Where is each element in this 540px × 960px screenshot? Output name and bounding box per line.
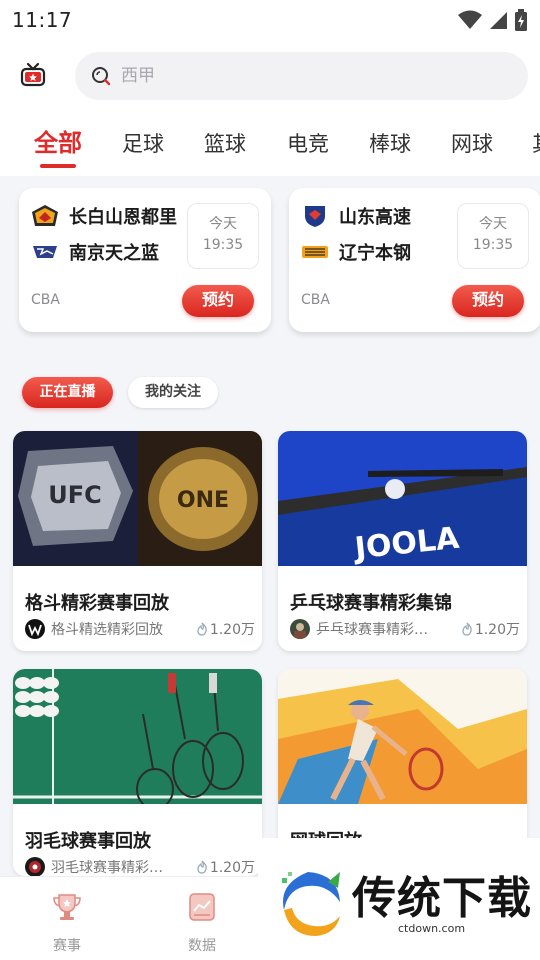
video-thumbnail bbox=[278, 669, 527, 804]
video-thumbnail: UFC ONE bbox=[13, 431, 262, 566]
tab-active-indicator bbox=[40, 164, 76, 168]
match-card[interactable]: 长白山恩都里 南京天之蓝 今天 19:35 CBA 预约 bbox=[19, 188, 271, 332]
video-title: 羽毛球赛事回放 bbox=[25, 831, 151, 852]
team-logo-icon bbox=[301, 240, 329, 264]
team-name: 南京天之蓝 bbox=[69, 243, 159, 264]
match-day: 今天 bbox=[209, 216, 237, 232]
channel-name: 乒乓球赛事精彩… bbox=[316, 622, 428, 638]
match-time: 19:35 bbox=[202, 237, 244, 253]
tab-baseball[interactable]: 棒球 bbox=[369, 126, 411, 162]
flame-icon bbox=[197, 860, 207, 874]
search-icon bbox=[92, 67, 111, 86]
views-count: 1.20万 bbox=[196, 619, 255, 639]
team-row: 辽宁本钢 bbox=[301, 238, 411, 266]
cellular-signal-icon bbox=[490, 12, 507, 29]
tab-football[interactable]: 足球 bbox=[122, 126, 164, 162]
video-title: 乒乓球赛事精彩集锦 bbox=[290, 593, 452, 614]
tab-other[interactable]: 其 bbox=[532, 126, 540, 162]
nav-label: 数据 bbox=[188, 938, 216, 954]
match-time-box: 今天 19:35 bbox=[187, 203, 259, 269]
tab-all[interactable]: 全部 bbox=[34, 125, 82, 161]
battery-icon bbox=[515, 9, 527, 31]
match-day: 今天 bbox=[479, 216, 507, 232]
team-logo-icon bbox=[31, 204, 59, 228]
tv-icon bbox=[20, 62, 46, 87]
channel-name: 羽毛球赛事精彩… bbox=[51, 860, 163, 876]
channel-name: 格斗精选精彩回放 bbox=[51, 622, 163, 638]
team-name: 辽宁本钢 bbox=[339, 243, 411, 264]
thumb-text: UFC bbox=[48, 481, 102, 509]
status-time: 11:17 bbox=[12, 8, 73, 32]
channel-avatar bbox=[25, 857, 45, 876]
watermark-subtext: ctdown.com bbox=[398, 922, 466, 935]
views-text: 1.20万 bbox=[209, 622, 255, 638]
live-tv-button[interactable] bbox=[18, 60, 48, 90]
video-meta: 羽毛球赛事精彩… 1.20万 bbox=[25, 856, 255, 876]
live-now-pill[interactable]: 正在直播 bbox=[22, 377, 113, 408]
thumb-text: ONE bbox=[177, 488, 229, 513]
team-logo-icon bbox=[31, 240, 59, 264]
video-card[interactable]: UFC ONE 格斗精彩赛事回放 格斗精选精彩回放 1.20万 bbox=[13, 431, 262, 651]
tab-basketball[interactable]: 篮球 bbox=[204, 126, 246, 162]
views-count: 1.20万 bbox=[196, 857, 255, 876]
category-tabs: 全部 足球 篮球 电竞 棒球 网球 其 bbox=[0, 112, 540, 176]
chart-icon bbox=[189, 893, 215, 921]
video-thumbnail: JOOLA bbox=[278, 431, 527, 566]
views-text: 1.20万 bbox=[209, 860, 255, 876]
channel-avatar bbox=[290, 619, 310, 639]
video-meta: 格斗精选精彩回放 1.20万 bbox=[25, 618, 255, 640]
league-label: CBA bbox=[301, 292, 330, 308]
video-card[interactable]: 羽毛球赛事回放 羽毛球赛事精彩… 1.20万 bbox=[13, 669, 262, 876]
match-time: 19:35 bbox=[472, 237, 514, 253]
team-row: 南京天之蓝 bbox=[31, 238, 159, 266]
flame-icon bbox=[197, 622, 207, 636]
my-follow-pill[interactable]: 我的关注 bbox=[128, 377, 218, 408]
views-text: 1.20万 bbox=[474, 622, 520, 638]
video-thumbnail bbox=[13, 669, 262, 804]
tab-esports[interactable]: 电竞 bbox=[287, 126, 329, 162]
watermark-text: 传统下载 bbox=[352, 873, 532, 924]
tab-tennis[interactable]: 网球 bbox=[451, 126, 493, 162]
nav-item-data[interactable]: 数据 bbox=[172, 891, 232, 955]
video-meta: 乒乓球赛事精彩… 1.20万 bbox=[290, 618, 520, 640]
views-count: 1.20万 bbox=[461, 619, 520, 639]
team-logo-icon bbox=[301, 204, 329, 228]
watermark-logo-icon bbox=[282, 872, 340, 936]
flame-icon bbox=[462, 622, 472, 636]
wifi-icon bbox=[458, 10, 482, 29]
team-name: 长白山恩都里 bbox=[69, 207, 177, 228]
reserve-button[interactable]: 预约 bbox=[452, 285, 524, 317]
video-card[interactable]: JOOLA 乒乓球赛事精彩集锦 乒乓球赛事精彩… 1.20万 bbox=[278, 431, 527, 651]
match-time-box: 今天 19:35 bbox=[457, 203, 529, 269]
trophy-icon bbox=[53, 894, 81, 920]
reserve-button[interactable]: 预约 bbox=[182, 285, 254, 317]
video-title: 格斗精彩赛事回放 bbox=[25, 593, 169, 614]
match-card[interactable]: 山东高速 辽宁本钢 今天 19:35 CBA 预约 bbox=[289, 188, 540, 332]
header bbox=[0, 40, 540, 112]
team-name: 山东高速 bbox=[339, 207, 411, 228]
team-row: 山东高速 bbox=[301, 202, 411, 230]
league-label: CBA bbox=[31, 292, 60, 308]
search-bar[interactable] bbox=[75, 52, 528, 100]
status-icons bbox=[458, 9, 528, 31]
team-row: 长白山恩都里 bbox=[31, 202, 177, 230]
status-bar: 11:17 bbox=[0, 0, 540, 40]
watermark: 传统下载 ctdown.com bbox=[258, 838, 540, 960]
search-input[interactable] bbox=[121, 66, 501, 86]
nav-label: 赛事 bbox=[53, 938, 81, 954]
nav-item-events[interactable]: 赛事 bbox=[37, 891, 97, 955]
channel-avatar bbox=[25, 619, 45, 639]
